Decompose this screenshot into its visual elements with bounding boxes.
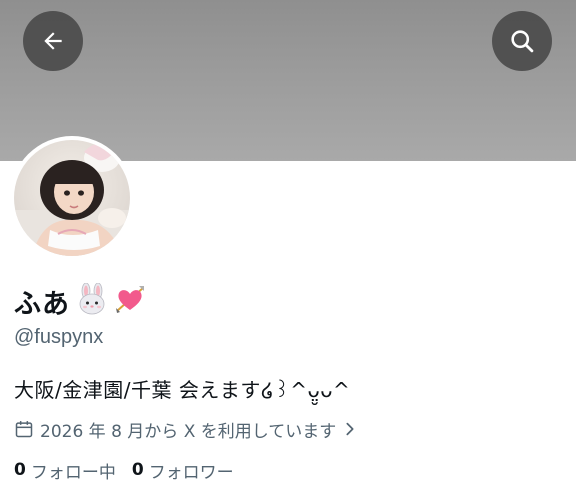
followers-link[interactable]: 0 フォロワー: [132, 458, 234, 483]
chevron-right-icon: [346, 422, 354, 436]
followers-label: フォロワー: [148, 462, 234, 483]
profile-bio: 大阪/金津園/千葉 会えます໒꒱^ᴗ̤̮ᴗ^: [14, 378, 351, 402]
joined-date-text: 2026 年 8 月から X を利用しています: [40, 421, 337, 442]
following-label: フォロー中: [30, 462, 116, 483]
arrow-left-icon: [44, 32, 62, 50]
followers-count: 0: [131, 460, 144, 480]
avatar-border: [10, 136, 134, 260]
joined-date[interactable]: 2026 年 8 月から X を利用しています: [14, 415, 358, 443]
search-icon: [511, 30, 534, 53]
display-name: ふあ: [14, 281, 146, 321]
calendar-icon: [15, 421, 33, 438]
back-button[interactable]: [23, 11, 83, 71]
profile-screen: ふあ @fuspynx 大阪/金津園/千葉 会えます໒꒱^ᴗ̤̮ᴗ^ 2026 …: [0, 0, 576, 504]
search-button[interactable]: [492, 11, 552, 71]
rabbit-face-emoji: [76, 282, 108, 319]
follow-stats: 0 フォロー中 0 フォロワー: [14, 456, 234, 484]
heart-with-arrow-emoji: [114, 283, 146, 319]
user-handle: @fuspynx: [14, 326, 104, 348]
display-name-text: ふあ: [14, 288, 70, 320]
following-count: 0: [14, 460, 26, 480]
avatar-photo: [14, 140, 130, 256]
following-link[interactable]: 0 フォロー中: [14, 458, 116, 483]
avatar[interactable]: [14, 140, 130, 256]
